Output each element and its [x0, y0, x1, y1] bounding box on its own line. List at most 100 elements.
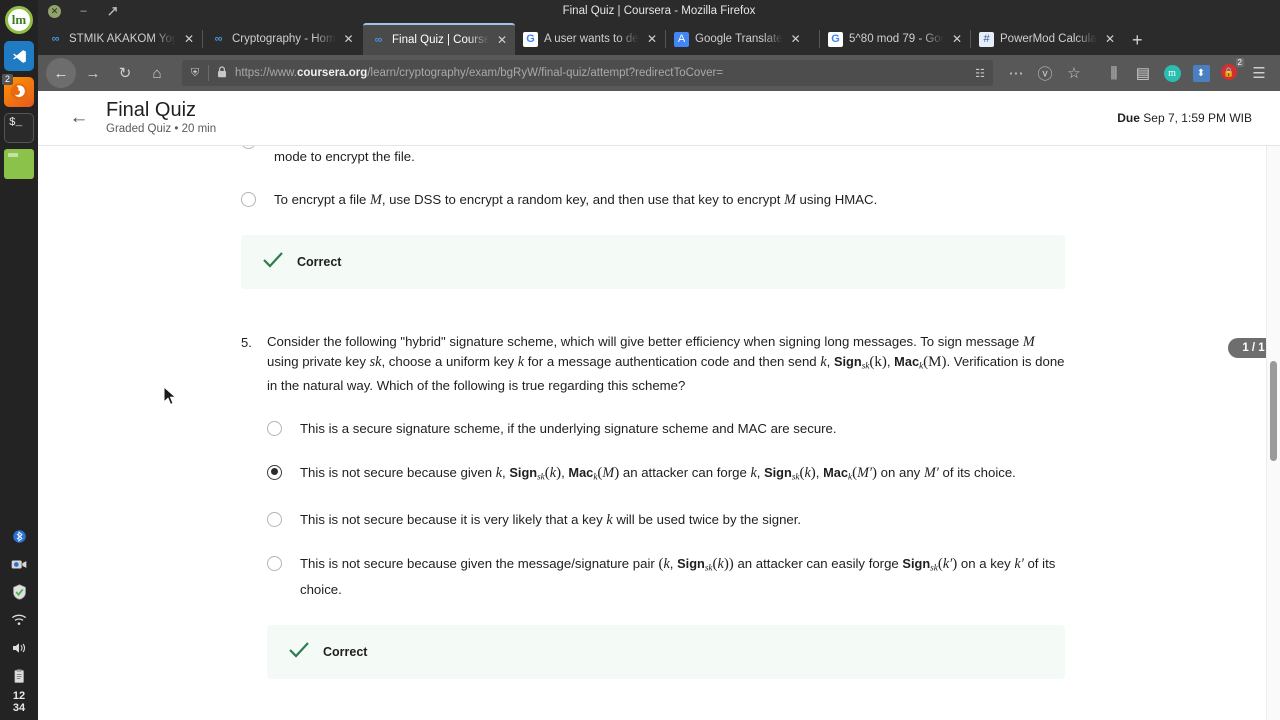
- tab-powermod-calculator[interactable]: # PowerMod Calculato ✕: [971, 23, 1123, 55]
- radio-button[interactable]: [267, 512, 282, 528]
- url-domain: coursera.org: [297, 67, 368, 79]
- option-key-reuse[interactable]: This is not secure because it is very li…: [267, 509, 1065, 531]
- wifi-icon[interactable]: [9, 610, 29, 630]
- page-actions-button[interactable]: ⋯: [1003, 58, 1029, 88]
- app-menu-button[interactable]: ☰: [1246, 58, 1272, 88]
- google-favicon-icon: G: [523, 31, 538, 47]
- option-text-run: ,: [756, 464, 765, 480]
- tab-close-icon[interactable]: ✕: [342, 32, 356, 46]
- scrollbar-thumb[interactable]: [1270, 361, 1277, 461]
- padlock-glyph: [218, 65, 226, 77]
- option-math-run: Mac: [823, 464, 849, 480]
- radio-button[interactable]: [241, 192, 256, 207]
- tab-close-icon[interactable]: ✕: [182, 32, 196, 46]
- page-scrollbar[interactable]: [1266, 146, 1280, 720]
- tab-close-icon[interactable]: ✕: [645, 32, 659, 46]
- new-tab-button[interactable]: +: [1123, 25, 1152, 55]
- option-forge-sign[interactable]: This is not secure because given the mes…: [267, 553, 1065, 601]
- tab-label: Cryptography - Hom: [232, 33, 336, 45]
- tab-stmik-akakom[interactable]: ∞ STMIK AKAKOM Yog ✕: [40, 23, 202, 55]
- option-text: To encrypt a file M, use DSS to encrypt …: [274, 189, 877, 211]
- option-text-run: on any: [877, 464, 924, 480]
- window-minimize-button[interactable]: –: [77, 5, 90, 18]
- opt-math: M: [784, 192, 796, 208]
- reload-icon: ↻: [118, 65, 132, 82]
- terminal-icon[interactable]: $_: [4, 113, 34, 143]
- coursera-favicon-icon: ∞: [51, 33, 60, 45]
- back-arrow-icon: ←: [53, 64, 69, 82]
- tab-google-translate[interactable]: A Google Translate ✕: [666, 23, 819, 55]
- url-bar[interactable]: ⛨ https://www.coursera.org/learn/cryptog…: [182, 60, 993, 86]
- firefox-icon[interactable]: 2: [2, 74, 34, 107]
- option-secure-scheme[interactable]: This is a secure signature scheme, if th…: [267, 418, 1065, 440]
- forward-button[interactable]: →: [78, 58, 108, 88]
- bluetooth-icon[interactable]: [9, 526, 29, 546]
- volume-glyph: [13, 643, 25, 653]
- window-maximize-button[interactable]: [106, 5, 119, 18]
- previous-option-tail: mode to encrypt the file.: [274, 149, 415, 164]
- tab-close-icon[interactable]: ✕: [1103, 32, 1117, 46]
- bookmark-button[interactable]: ☆: [1061, 58, 1087, 88]
- stem-math: (k): [869, 354, 887, 370]
- volume-icon[interactable]: [9, 638, 29, 658]
- ellipsis-icon: ⋯: [1008, 65, 1024, 82]
- window-controls: ✕ –: [40, 0, 119, 22]
- checkmark-glyph: [263, 252, 283, 268]
- coursera-favicon-icon: ∞: [214, 33, 223, 45]
- library-icon: ⫼: [1110, 64, 1118, 82]
- window-close-button[interactable]: ✕: [48, 4, 61, 18]
- stem-part: using private key: [267, 354, 370, 369]
- back-to-course-button[interactable]: ←: [66, 105, 92, 131]
- clock-minutes: 34: [12, 702, 26, 714]
- radio-button[interactable]: [267, 420, 282, 436]
- vscode-icon[interactable]: [4, 41, 34, 71]
- radio-button[interactable]: [267, 556, 282, 572]
- sync-button[interactable]: ⬍: [1188, 58, 1214, 88]
- back-arrow-icon: ←: [69, 107, 89, 128]
- quiz-subtitle: Graded Quiz • 20 min: [106, 123, 217, 135]
- clock[interactable]: 12 34: [13, 690, 25, 716]
- tab-close-icon[interactable]: ✕: [950, 32, 964, 46]
- shield-update-icon[interactable]: [9, 582, 29, 602]
- tab-user-wants-to-design[interactable]: G A user wants to desi ✕: [515, 23, 665, 55]
- radio-button-selected[interactable]: [267, 464, 282, 480]
- option-math-run: k′: [942, 556, 953, 573]
- quiz-scroll-area[interactable]: mode to encrypt the file. To encrypt a f…: [38, 146, 1280, 720]
- library-button[interactable]: ⫼: [1101, 58, 1127, 88]
- sidebar-icon: ▤: [1135, 65, 1151, 82]
- tab-cryptography-home[interactable]: ∞ Cryptography - Hom ✕: [203, 23, 363, 55]
- coursera-favicon-icon: ∞: [374, 34, 383, 46]
- files-icon[interactable]: [4, 149, 34, 179]
- option-forge-mac[interactable]: This is not secure because given k, Sign…: [267, 462, 1065, 488]
- back-button[interactable]: ←: [46, 58, 76, 88]
- tab-final-quiz-coursera[interactable]: ∞ Final Quiz | Coursera ✕: [363, 23, 515, 55]
- stem-part: Consider the following "hybrid" signatur…: [267, 334, 1023, 349]
- option-text-run: will be used twice by the signer.: [612, 512, 802, 528]
- option-text-run: This is not secure because given the mes…: [300, 556, 659, 572]
- clipboard-icon[interactable]: [9, 666, 29, 686]
- menu-button[interactable]: lm: [4, 5, 34, 35]
- tab-label: PowerMod Calculato: [1000, 33, 1097, 45]
- tracking-protection-shield-icon[interactable]: ⛨: [188, 67, 202, 80]
- protection-report-button[interactable]: 🔒 2: [1217, 58, 1244, 88]
- pocket-button[interactable]: ⓥ: [1032, 58, 1058, 88]
- previous-option-partial[interactable]: mode to encrypt the file.: [241, 146, 1065, 168]
- radio-button[interactable]: [241, 146, 256, 149]
- url-text[interactable]: https://www.coursera.org/learn/cryptogra…: [235, 67, 967, 79]
- check-icon: [289, 641, 309, 662]
- reader-mode-icon[interactable]: ☷: [973, 67, 987, 80]
- camera-icon[interactable]: [9, 554, 29, 574]
- tab-close-icon[interactable]: ✕: [495, 33, 509, 47]
- sidebar-button[interactable]: ▤: [1130, 58, 1156, 88]
- account-button[interactable]: m: [1159, 58, 1185, 88]
- reload-button[interactable]: ↻: [110, 58, 140, 88]
- tab-5-80-mod-79[interactable]: G 5^80 mod 79 - Goog ✕: [820, 23, 970, 55]
- previous-option-dss-hmac[interactable]: To encrypt a file M, use DSS to encrypt …: [241, 189, 1065, 211]
- home-button[interactable]: ⌂: [142, 58, 172, 88]
- check-icon: [263, 252, 283, 272]
- google-favicon-icon: G: [828, 31, 843, 47]
- mint-logo-label: lm: [11, 12, 27, 27]
- tab-close-icon[interactable]: ✕: [789, 32, 803, 46]
- option-text-run: This is not secure because it is very li…: [300, 512, 607, 528]
- wifi-glyph: [11, 614, 27, 625]
